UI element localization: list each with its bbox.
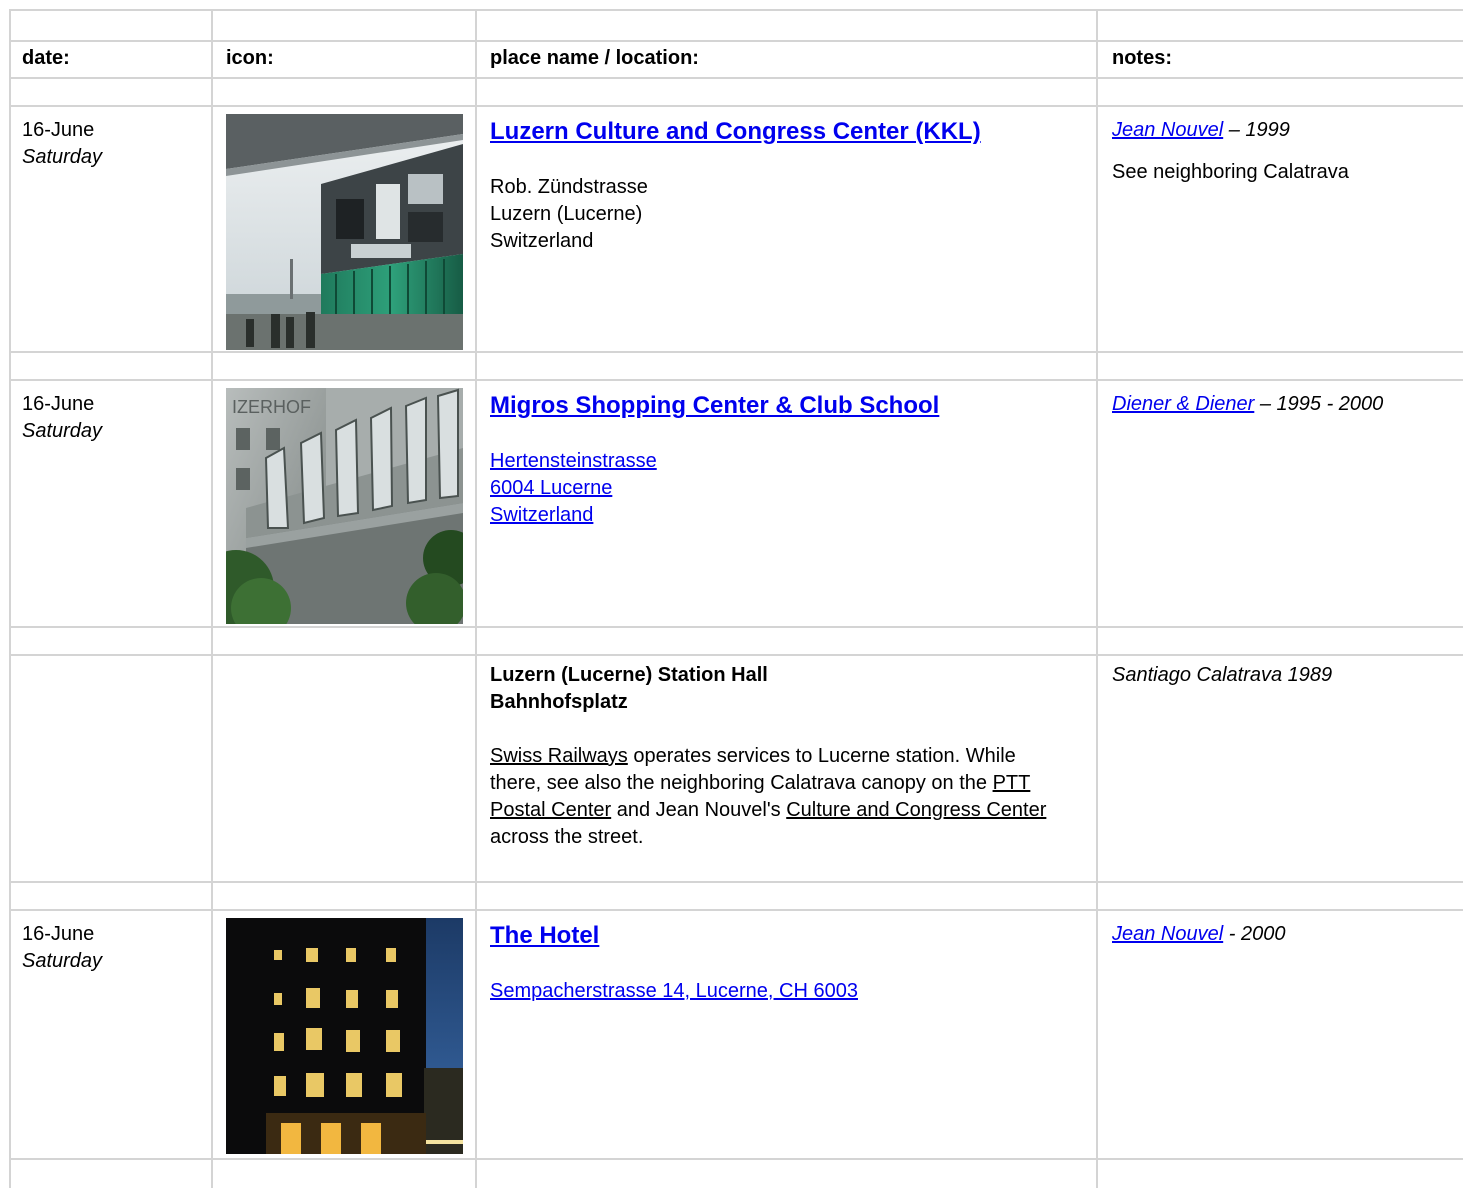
address-link[interactable]: Sempacherstrasse 14, Lucerne, CH 6003	[490, 978, 1080, 1005]
header-icon: icon:	[226, 47, 274, 69]
day-text: Saturday	[22, 950, 103, 972]
address-link[interactable]: 6004 Lucerne	[490, 475, 1080, 502]
grid-line	[1096, 9, 1098, 1188]
year-text: - 2000	[1223, 923, 1286, 945]
header-notes: notes:	[1112, 47, 1172, 69]
grid-line	[9, 351, 1463, 353]
header-place: place name / location:	[490, 47, 699, 69]
place-title-link[interactable]: The Hotel	[490, 921, 1080, 951]
entry-notes: Jean Nouvel – 1999 See neighboring Calat…	[1112, 117, 1452, 186]
grid-line	[9, 9, 1463, 11]
kkl-photo	[226, 114, 463, 350]
sign-text: IZERHOF	[232, 397, 311, 417]
date-text: 16-June	[22, 393, 95, 415]
architect-link[interactable]: Jean Nouvel	[1112, 119, 1223, 141]
desc-text: across the street.	[490, 826, 644, 848]
grid-line	[211, 9, 213, 1188]
entry-place: Luzern Culture and Congress Center (KKL)…	[490, 117, 1080, 255]
grid-line	[9, 881, 1463, 883]
date-text: 16-June	[22, 923, 95, 945]
date-text: 16-June	[22, 119, 95, 141]
day-text: Saturday	[22, 146, 103, 168]
grid-line	[9, 105, 1463, 107]
desc-text: and Jean Nouvel's	[611, 799, 787, 821]
architect-link[interactable]: Jean Nouvel	[1112, 923, 1223, 945]
entry-notes: Santiago Calatrava 1989	[1112, 664, 1333, 686]
entry-date: 16-June Saturday	[22, 391, 102, 445]
day-text: Saturday	[22, 420, 103, 442]
grid-line	[9, 9, 11, 1188]
grid-line	[9, 909, 1463, 911]
address-link[interactable]: Hertensteinstrasse	[490, 448, 1080, 475]
address-line: Luzern (Lucerne)	[490, 203, 643, 225]
entry-notes: Diener & Diener – 1995 - 2000	[1112, 391, 1457, 418]
station-description: Swiss Railways operates services to Luce…	[490, 743, 1060, 851]
migros-photo: IZERHOF	[226, 388, 463, 624]
grid-line	[9, 379, 1463, 381]
place-title-link[interactable]: Migros Shopping Center & Club School	[490, 391, 1080, 421]
address-link[interactable]: Switzerland	[490, 502, 1080, 529]
header-date: date:	[22, 47, 70, 69]
entry-place: The Hotel Sempacherstrasse 14, Lucerne, …	[490, 921, 1080, 1005]
architect-link[interactable]: Diener & Diener	[1112, 393, 1254, 415]
hotel-photo	[226, 918, 463, 1154]
entry-place: Migros Shopping Center & Club School Her…	[490, 391, 1080, 529]
station-subtitle: Bahnhofsplatz	[490, 691, 628, 713]
note-text: See neighboring Calatrava	[1112, 161, 1349, 183]
culture-center-link[interactable]: Culture and Congress Center	[786, 799, 1046, 821]
address-line: Switzerland	[490, 230, 594, 252]
entry-notes: Jean Nouvel - 2000	[1112, 921, 1452, 948]
grid-line	[9, 654, 1463, 656]
station-title: Luzern (Lucerne) Station Hall	[490, 664, 768, 686]
entry-date: 16-June Saturday	[22, 921, 102, 975]
entry-place: Luzern (Lucerne) Station Hall Bahnhofspl…	[490, 662, 1060, 851]
grid-line	[9, 77, 1463, 79]
grid-line	[475, 9, 477, 1188]
grid-line	[9, 626, 1463, 628]
swiss-railways-link[interactable]: Swiss Railways	[490, 745, 628, 767]
grid-line	[9, 40, 1463, 42]
address-line: Rob. Zündstrasse	[490, 176, 648, 198]
place-title-link[interactable]: Luzern Culture and Congress Center (KKL)	[490, 117, 1080, 147]
year-text: – 1999	[1223, 119, 1290, 141]
year-text: – 1995 - 2000	[1254, 393, 1384, 415]
entry-date: 16-June Saturday	[22, 117, 102, 171]
grid-line	[9, 1158, 1463, 1160]
